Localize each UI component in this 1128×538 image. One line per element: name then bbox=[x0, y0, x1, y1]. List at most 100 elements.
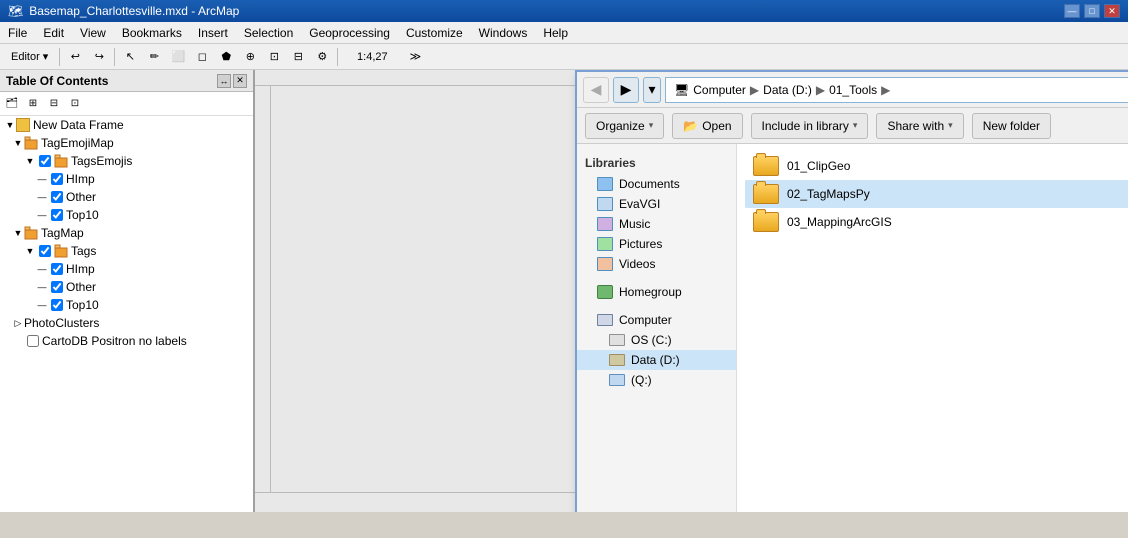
himp2-checkbox[interactable] bbox=[51, 263, 63, 275]
menu-view[interactable]: View bbox=[72, 22, 114, 43]
tool4[interactable]: ⬟ bbox=[215, 46, 237, 68]
toc-item-cartodb[interactable]: CartoDB Positron no labels bbox=[0, 332, 253, 350]
breadcrumb-data[interactable]: Data (D:) bbox=[763, 83, 812, 97]
fb-file-03mappingarcgis[interactable]: 03_MappingArcGIS bbox=[745, 208, 1128, 236]
fb-file-02tagmapspy[interactable]: 02_TagMapsPy bbox=[745, 180, 1128, 208]
menu-customize[interactable]: Customize bbox=[398, 22, 471, 43]
fb-organize-button[interactable]: Organize ▾ bbox=[585, 113, 664, 139]
menu-file[interactable]: File bbox=[0, 22, 35, 43]
menu-bookmarks[interactable]: Bookmarks bbox=[114, 22, 190, 43]
menu-windows[interactable]: Windows bbox=[471, 22, 536, 43]
undo-button[interactable]: ↩ bbox=[64, 46, 86, 68]
expand-tagemojimap[interactable]: ▼ bbox=[12, 137, 24, 149]
maximize-button[interactable]: □ bbox=[1084, 4, 1100, 18]
select-button[interactable]: ↖ bbox=[119, 46, 141, 68]
breadcrumb-tools[interactable]: 01_Tools bbox=[829, 83, 877, 97]
toc-controls[interactable]: ↔ ✕ bbox=[217, 74, 247, 88]
toc-item-top10-1[interactable]: — Top10 bbox=[0, 206, 253, 224]
fb-sidebar-homegroup[interactable]: Homegroup bbox=[577, 282, 736, 302]
map-area: ◀ ▶ ▾ 🖥 Computer ▶ Data (D:) ▶ 01_Tools … bbox=[255, 70, 1128, 512]
music-icon bbox=[597, 217, 613, 231]
fb-back-button[interactable]: ◀ bbox=[583, 77, 609, 103]
menu-geoprocessing[interactable]: Geoprocessing bbox=[301, 22, 398, 43]
expand-himp-1[interactable]: — bbox=[36, 173, 48, 185]
fb-file-01clipgeo[interactable]: 01_ClipGeo bbox=[745, 152, 1128, 180]
toc-item-photoclusters[interactable]: ▷ PhotoClusters bbox=[0, 314, 253, 332]
breadcrumb-computer[interactable]: Computer bbox=[693, 83, 746, 97]
toc-item-tagemojimap[interactable]: ▼ TagEmojiMap bbox=[0, 134, 253, 152]
top10-2-checkbox[interactable] bbox=[51, 299, 63, 311]
close-button[interactable]: ✕ bbox=[1104, 4, 1120, 18]
toc-btn2[interactable]: ⊞ bbox=[23, 95, 43, 113]
tagmap-label: TagMap bbox=[41, 226, 84, 240]
fb-open-button[interactable]: 📂 Open bbox=[672, 113, 742, 139]
toc-item-tagsemojis[interactable]: ▼ TagsEmojis bbox=[0, 152, 253, 170]
window-controls[interactable]: — □ ✕ bbox=[1064, 4, 1120, 18]
minimize-button[interactable]: — bbox=[1064, 4, 1080, 18]
toc-btn3[interactable]: ⊟ bbox=[44, 95, 64, 113]
fb-sidebar-music[interactable]: Music bbox=[577, 214, 736, 234]
tool6[interactable]: ⊡ bbox=[263, 46, 285, 68]
tool7[interactable]: ⊟ bbox=[287, 46, 309, 68]
tool5[interactable]: ⊕ bbox=[239, 46, 261, 68]
expand-himp-2[interactable]: — bbox=[36, 263, 48, 275]
expand-top10-1[interactable]: — bbox=[36, 209, 48, 221]
fb-sidebar-datad[interactable]: Data (D:) bbox=[577, 350, 736, 370]
toc-item-other-1[interactable]: — Other bbox=[0, 188, 253, 206]
fb-new-folder-button[interactable]: New folder bbox=[972, 113, 1051, 139]
toc-item-other-2[interactable]: — Other bbox=[0, 278, 253, 296]
fb-breadcrumb[interactable]: 🖥 Computer ▶ Data (D:) ▶ 01_Tools ▶ bbox=[665, 77, 1128, 103]
tags-checkbox[interactable] bbox=[39, 245, 51, 257]
expand-tags[interactable]: ▼ bbox=[24, 245, 36, 257]
toc-item-tags[interactable]: ▼ Tags bbox=[0, 242, 253, 260]
himp1-checkbox[interactable] bbox=[51, 173, 63, 185]
videos-icon bbox=[597, 257, 613, 271]
tool1[interactable]: ✏ bbox=[143, 46, 165, 68]
fb-sidebar-evavgi[interactable]: EvaVGI bbox=[577, 194, 736, 214]
toc-btn4[interactable]: ⊡ bbox=[65, 95, 85, 113]
menu-help[interactable]: Help bbox=[535, 22, 576, 43]
fb-forward-button[interactable]: ▶ bbox=[613, 77, 639, 103]
tool2[interactable]: ⬜ bbox=[167, 46, 189, 68]
toc-toolbar: 🗂 ⊞ ⊟ ⊡ bbox=[0, 92, 253, 116]
expand-photoclusters[interactable]: ▷ bbox=[12, 317, 24, 329]
expand-data-frame[interactable]: ▼ bbox=[4, 119, 16, 131]
toc-item-new-data-frame[interactable]: ▼ New Data Frame bbox=[0, 116, 253, 134]
expand-other-1[interactable]: — bbox=[36, 191, 48, 203]
fb-dropdown-button[interactable]: ▾ bbox=[643, 77, 661, 103]
tool3[interactable]: ◻ bbox=[191, 46, 213, 68]
expand-top10-2[interactable]: — bbox=[36, 299, 48, 311]
menu-selection[interactable]: Selection bbox=[236, 22, 301, 43]
toc-item-top10-2[interactable]: — Top10 bbox=[0, 296, 253, 314]
fb-sidebar-documents[interactable]: Documents bbox=[577, 174, 736, 194]
other2-checkbox[interactable] bbox=[51, 281, 63, 293]
more-tools[interactable]: ≫ bbox=[404, 46, 426, 68]
toc-item-himp-1[interactable]: — HImp bbox=[0, 170, 253, 188]
menu-insert[interactable]: Insert bbox=[190, 22, 236, 43]
expand-tagmap[interactable]: ▼ bbox=[12, 227, 24, 239]
toc-item-himp-2[interactable]: — HImp bbox=[0, 260, 253, 278]
fb-share-button[interactable]: Share with ▾ bbox=[876, 113, 963, 139]
tagsemojis-checkbox[interactable] bbox=[39, 155, 51, 167]
menu-edit[interactable]: Edit bbox=[35, 22, 72, 43]
redo-button[interactable]: ↪ bbox=[88, 46, 110, 68]
fb-sidebar-videos[interactable]: Videos bbox=[577, 254, 736, 274]
top10-1-checkbox[interactable] bbox=[51, 209, 63, 221]
toc-item-tagmap[interactable]: ▼ TagMap bbox=[0, 224, 253, 242]
other1-checkbox[interactable] bbox=[51, 191, 63, 203]
cartodb-checkbox[interactable] bbox=[27, 335, 39, 347]
fb-sidebar-q[interactable]: (Q:) bbox=[577, 370, 736, 390]
expand-tagsemojis[interactable]: ▼ bbox=[24, 155, 36, 167]
toc-float-button[interactable]: ↔ bbox=[217, 74, 231, 88]
fb-sidebar-osc[interactable]: OS (C:) bbox=[577, 330, 736, 350]
fb-include-library-button[interactable]: Include in library ▾ bbox=[751, 113, 869, 139]
expand-other-2[interactable]: — bbox=[36, 281, 48, 293]
fb-sidebar-computer[interactable]: Computer bbox=[577, 310, 736, 330]
toc-list-button[interactable]: 🗂 bbox=[2, 95, 22, 113]
editor-dropdown[interactable]: Editor ▾ bbox=[4, 46, 55, 68]
fb-sidebar-pictures[interactable]: Pictures bbox=[577, 234, 736, 254]
tool8[interactable]: ⚙ bbox=[311, 46, 333, 68]
toc-close-button[interactable]: ✕ bbox=[233, 74, 247, 88]
scale-input[interactable]: 1:4,27 bbox=[342, 46, 402, 68]
expand-cartodb[interactable] bbox=[12, 335, 24, 347]
